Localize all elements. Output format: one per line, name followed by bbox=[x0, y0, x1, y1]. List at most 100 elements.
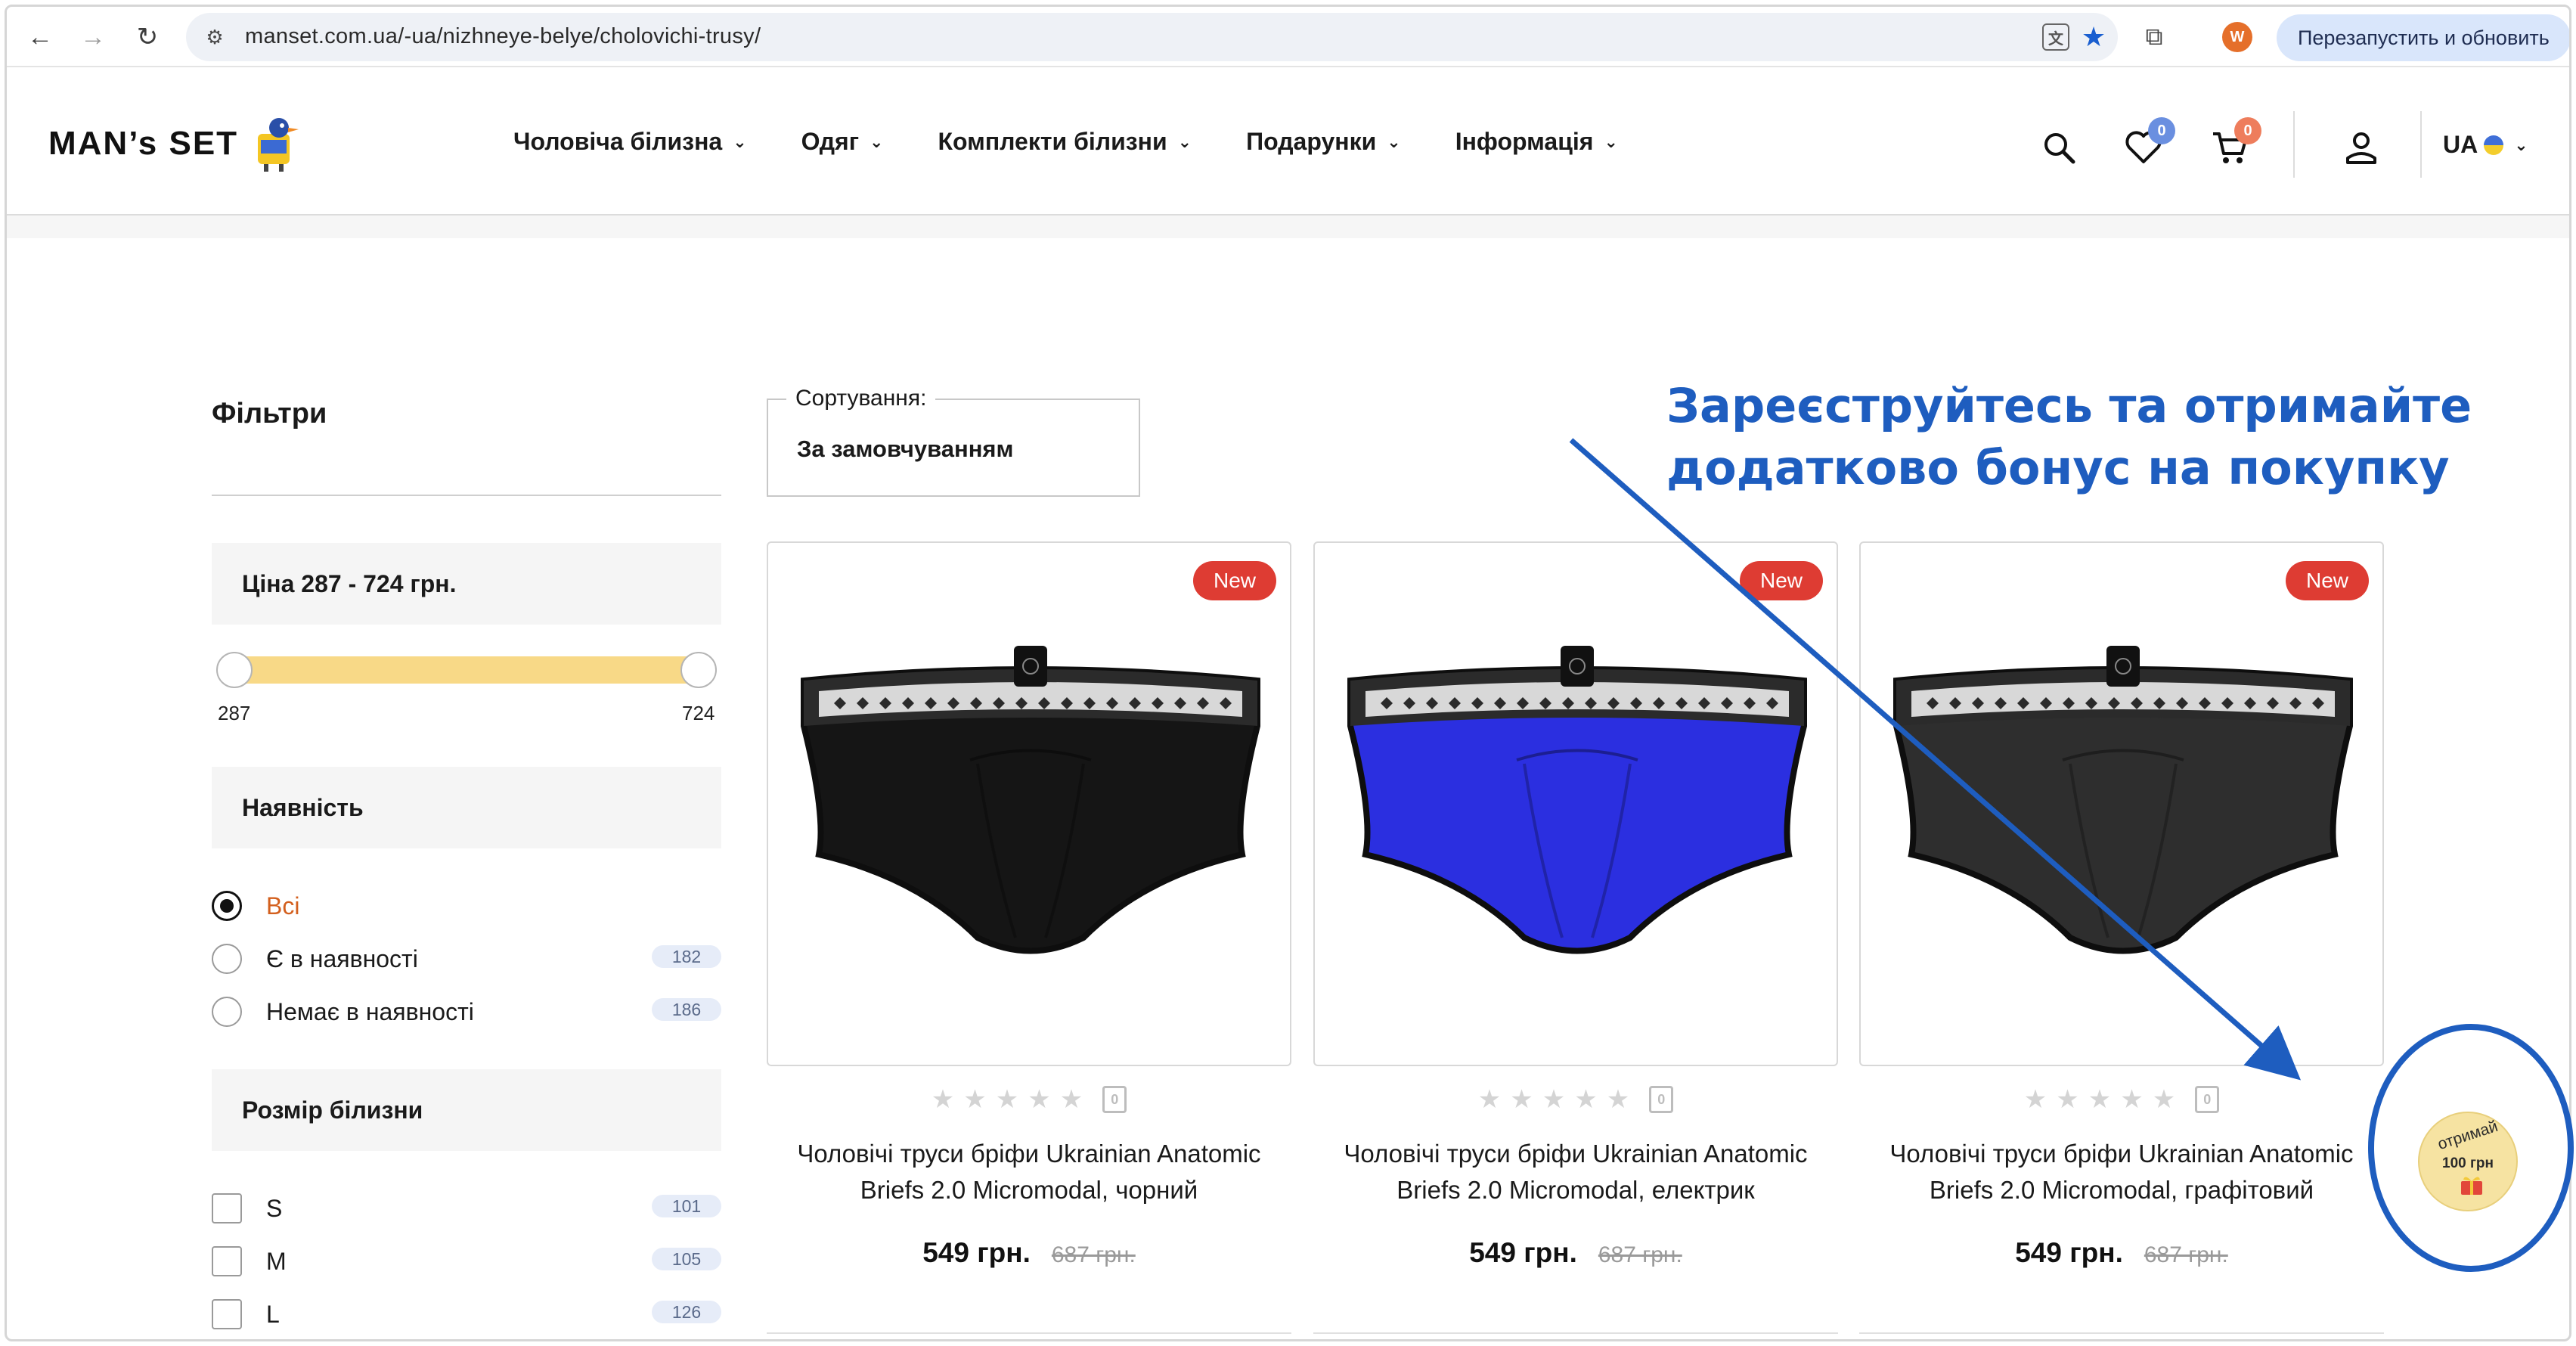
site-header: MAN’s SET Чоловіча білизна ⌄ Одяг ⌄ Компле… bbox=[7, 67, 2569, 216]
next-row-card-edge bbox=[1313, 1332, 1838, 1340]
nav-item-underwear-sets[interactable]: Комплекти білизни ⌄ bbox=[938, 128, 1192, 156]
extensions-icon[interactable]: ⧉ bbox=[2137, 20, 2171, 54]
size-option-s[interactable]: S bbox=[212, 1192, 282, 1225]
nav-item-mens-underwear[interactable]: Чоловіча білизна ⌄ bbox=[513, 128, 747, 156]
compare-icon[interactable]: 0 bbox=[2195, 1086, 2220, 1113]
product-name-line-1: Чоловічі труси бріфи Ukrainian Anatomic bbox=[797, 1140, 1261, 1168]
header-divider bbox=[2293, 111, 2295, 178]
header-shadow-strip bbox=[7, 216, 2569, 238]
product-image-card[interactable]: New bbox=[1859, 541, 2384, 1066]
price-min-handle[interactable] bbox=[216, 652, 253, 688]
main-navigation: Чоловіча білизна ⌄ Одяг ⌄ Комплекти білизн… bbox=[513, 128, 1672, 156]
product-price: 549 грн. 687 грн. bbox=[1313, 1237, 1838, 1269]
address-bar[interactable]: ⚙ manset.com.ua/-ua/nizhneye-belye/cholo… bbox=[186, 13, 2118, 61]
option-label: L bbox=[266, 1300, 280, 1328]
checkbox[interactable] bbox=[212, 1246, 242, 1276]
chevron-down-icon: ⌄ bbox=[1604, 132, 1618, 151]
product-name[interactable]: Чоловічі труси бріфи Ukrainian Anatomic … bbox=[1313, 1136, 1838, 1208]
nav-label: Одяг bbox=[801, 128, 860, 155]
sort-selected-value[interactable]: За замовчуванням bbox=[797, 436, 1013, 463]
size-option-m[interactable]: M bbox=[212, 1245, 287, 1278]
nav-label: Подарунки bbox=[1246, 128, 1377, 155]
count-badge: 182 bbox=[652, 945, 721, 968]
price-max-value: 724 bbox=[682, 702, 715, 724]
radio-button[interactable] bbox=[212, 944, 242, 974]
rating-stars-icon[interactable]: ★★★★★ bbox=[1478, 1084, 1638, 1115]
rating-stars-icon[interactable]: ★★★★★ bbox=[932, 1084, 1092, 1115]
search-icon[interactable] bbox=[2038, 126, 2080, 169]
cart-icon[interactable]: 0 bbox=[2209, 117, 2261, 169]
option-label: Всі bbox=[266, 892, 300, 920]
product-price: 549 грн. 687 грн. bbox=[1859, 1237, 2384, 1269]
radio-button[interactable] bbox=[212, 891, 242, 921]
old-price: 687 грн. bbox=[1051, 1242, 1136, 1267]
bookmark-star-icon[interactable]: ★ bbox=[2078, 21, 2109, 52]
checkbox[interactable] bbox=[212, 1299, 242, 1329]
availability-option-in-stock[interactable]: Є в наявності bbox=[212, 942, 418, 975]
compare-icon[interactable]: 0 bbox=[1102, 1086, 1127, 1113]
current-price: 549 грн. bbox=[1469, 1237, 1577, 1268]
option-label: S bbox=[266, 1194, 283, 1222]
bonus-widget[interactable]: отримай 100 грн bbox=[2418, 1112, 2518, 1211]
size-option-l[interactable]: L bbox=[212, 1298, 280, 1331]
product-name[interactable]: Чоловічі труси бріфи Ukrainian Anatomic … bbox=[1859, 1136, 2384, 1208]
promo-line-1: Зареєструйтесь та отримайте bbox=[1666, 378, 2472, 433]
new-badge: New bbox=[1740, 561, 1823, 600]
sort-label: Сортування: bbox=[786, 386, 936, 411]
price-max-handle[interactable] bbox=[680, 652, 717, 688]
product-image-card[interactable]: New bbox=[767, 541, 1291, 1066]
user-account-icon[interactable] bbox=[2340, 126, 2382, 169]
availability-filter-header[interactable]: Наявність bbox=[212, 767, 721, 848]
new-badge: New bbox=[1193, 561, 1276, 600]
relaunch-button[interactable]: Перезапустить и обновить bbox=[2277, 14, 2569, 61]
logo-mascot-icon bbox=[258, 118, 299, 172]
site-logo[interactable]: MAN’s SET bbox=[48, 125, 238, 163]
size-filter-header[interactable]: Розмір білизни bbox=[212, 1069, 721, 1151]
nav-label: Інформація bbox=[1455, 128, 1594, 155]
nav-item-gifts[interactable]: Подарунки ⌄ bbox=[1246, 128, 1401, 156]
product-price: 549 грн. 687 грн. bbox=[767, 1237, 1291, 1269]
forward-arrow-icon[interactable]: → bbox=[76, 20, 110, 54]
profile-avatar[interactable]: W bbox=[2222, 22, 2252, 52]
wishlist-heart-icon[interactable]: 0 bbox=[2122, 117, 2175, 169]
product-name-line-2: Briefs 2.0 Micromodal, графітовий bbox=[1929, 1176, 2314, 1204]
product-name-line-2: Briefs 2.0 Micromodal, чорний bbox=[860, 1176, 1198, 1204]
translate-icon[interactable]: 文 bbox=[2042, 23, 2069, 51]
availability-option-all[interactable]: Всі bbox=[212, 889, 299, 923]
price-range-slider[interactable] bbox=[236, 656, 700, 684]
checkbox[interactable] bbox=[212, 1193, 242, 1223]
product-image-card[interactable]: New bbox=[1313, 541, 1838, 1066]
rating-row: ★★★★★ 0 bbox=[1859, 1084, 2384, 1115]
option-label: Немає в наявності bbox=[266, 997, 474, 1025]
ukraine-flag-icon bbox=[2484, 135, 2504, 155]
back-arrow-icon[interactable]: ← bbox=[23, 20, 57, 54]
product-image bbox=[1893, 646, 2353, 954]
new-badge: New bbox=[2286, 561, 2369, 600]
product-name-line-1: Чоловічі труси бріфи Ukrainian Anatomic bbox=[1889, 1140, 2354, 1168]
rating-row: ★★★★★ 0 bbox=[1313, 1084, 1838, 1115]
count-badge: 126 bbox=[652, 1301, 721, 1323]
price-filter-header[interactable]: Ціна 287 - 724 грн. bbox=[212, 543, 721, 625]
site-settings-icon[interactable]: ⚙ bbox=[201, 23, 228, 51]
radio-button[interactable] bbox=[212, 997, 242, 1027]
option-label: Є в наявності bbox=[266, 944, 418, 972]
old-price: 687 грн. bbox=[2144, 1242, 2228, 1267]
chevron-down-icon: ⌄ bbox=[1177, 132, 1192, 151]
count-badge: 101 bbox=[652, 1195, 721, 1217]
gift-icon bbox=[2461, 1177, 2482, 1195]
compare-icon[interactable]: 0 bbox=[1649, 1086, 1674, 1113]
language-selector[interactable]: UA ⌄ bbox=[2443, 131, 2528, 159]
product-name[interactable]: Чоловічі труси бріфи Ukrainian Anatomic … bbox=[767, 1136, 1291, 1208]
url-text[interactable]: manset.com.ua/-ua/nizhneye-belye/cholovi… bbox=[245, 24, 761, 49]
product-name-line-2: Briefs 2.0 Micromodal, електрик bbox=[1396, 1176, 1755, 1204]
product-image bbox=[1347, 646, 1807, 954]
reload-icon[interactable]: ↻ bbox=[131, 20, 164, 54]
availability-option-out-of-stock[interactable]: Немає в наявності bbox=[212, 995, 474, 1028]
option-label: M bbox=[266, 1247, 287, 1275]
nav-item-information[interactable]: Інформація ⌄ bbox=[1455, 128, 1618, 156]
promo-line-2: додатково бонус на покупку bbox=[1666, 440, 2450, 495]
rating-row: ★★★★★ 0 bbox=[767, 1084, 1291, 1115]
language-label: UA bbox=[2443, 131, 2478, 158]
rating-stars-icon[interactable]: ★★★★★ bbox=[2024, 1084, 2184, 1115]
nav-item-clothing[interactable]: Одяг ⌄ bbox=[801, 128, 884, 156]
